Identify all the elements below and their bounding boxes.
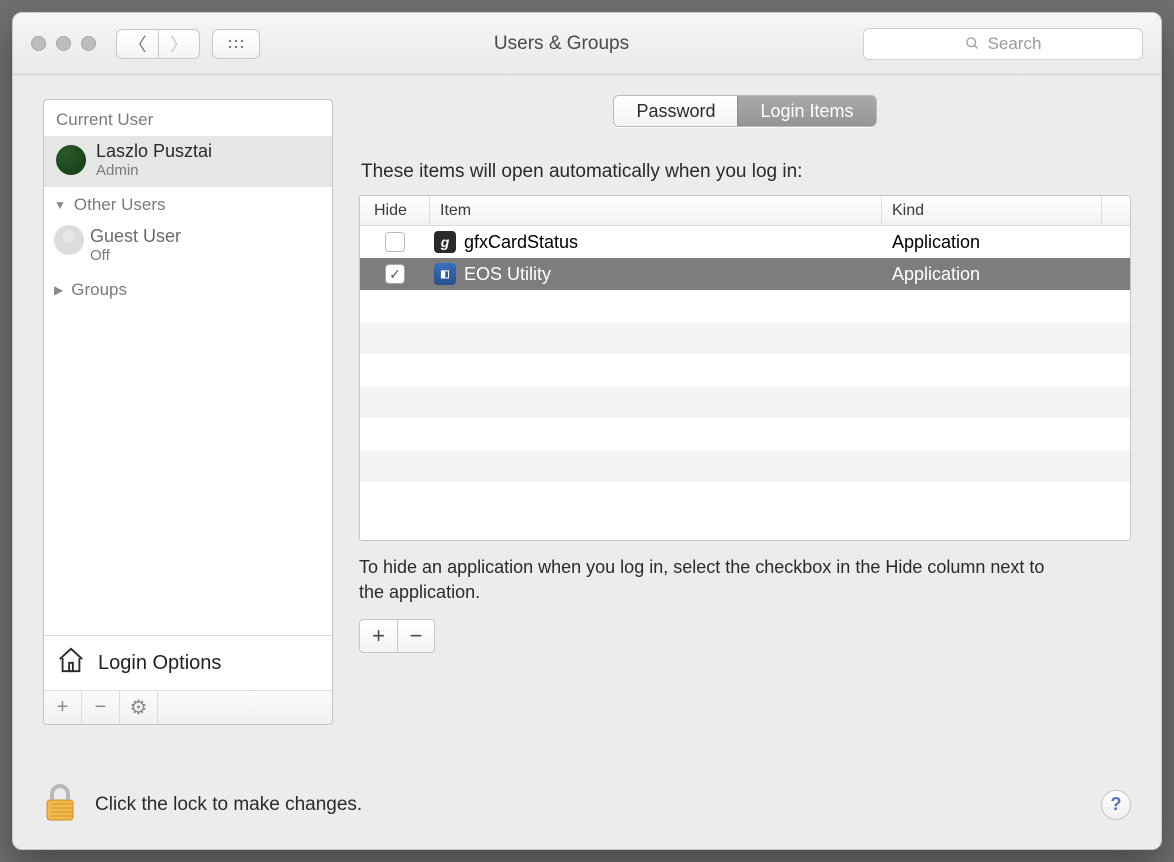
table-row-empty <box>360 482 1130 514</box>
toolbar: 〈 〉 Users & Groups Search <box>13 13 1161 75</box>
current-user-name: Laszlo Pusztai <box>96 142 212 162</box>
remove-user-button[interactable]: − <box>82 691 120 724</box>
table-body: g gfxCardStatus Application ✓ ◧ EOS Util… <box>360 226 1130 540</box>
guest-user-name: Guest User <box>90 227 181 247</box>
forward-button[interactable]: 〉 <box>158 29 200 59</box>
back-button[interactable]: 〈 <box>116 29 158 59</box>
content-area: Current User Laszlo Pusztai Admin ▼ Othe… <box>13 75 1161 849</box>
table-row-empty <box>360 450 1130 482</box>
search-field[interactable]: Search <box>863 28 1143 60</box>
tab-bar: Password Login Items <box>613 95 876 127</box>
login-options-row[interactable]: Login Options <box>44 635 332 690</box>
table-row-empty <box>360 322 1130 354</box>
groups-label: Groups <box>71 280 127 300</box>
column-kind[interactable]: Kind <box>882 196 1102 225</box>
tab-password[interactable]: Password <box>614 96 737 126</box>
window-controls <box>31 36 96 51</box>
lock-icon[interactable] <box>43 782 77 827</box>
app-icon: g <box>434 231 456 253</box>
help-button[interactable]: ? <box>1101 790 1131 820</box>
hide-checkbox[interactable] <box>385 232 405 252</box>
item-kind: Application <box>882 232 1130 253</box>
app-icon: ◧ <box>434 263 456 285</box>
house-icon <box>56 646 86 680</box>
gear-icon: ⚙ <box>130 695 148 720</box>
add-user-button[interactable]: + <box>44 691 82 724</box>
users-sidebar: Current User Laszlo Pusztai Admin ▼ Othe… <box>43 99 333 725</box>
table-header: Hide Item Kind <box>360 196 1130 226</box>
lock-row: Click the lock to make changes. ? <box>43 782 1131 827</box>
hint-text: To hide an application when you log in, … <box>359 555 1059 605</box>
table-row-empty <box>360 290 1130 322</box>
minus-icon: − <box>95 696 107 719</box>
other-users-label: Other Users <box>74 195 166 215</box>
item-kind: Application <box>882 264 1130 285</box>
table-row-empty <box>360 418 1130 450</box>
chevron-right-icon: 〉 <box>170 31 188 57</box>
current-user-row[interactable]: Laszlo Pusztai Admin <box>44 136 332 187</box>
minimize-window-button[interactable] <box>56 36 71 51</box>
guest-user-status: Off <box>90 247 181 264</box>
hide-checkbox[interactable]: ✓ <box>385 264 405 284</box>
disclosure-right-icon: ▶ <box>54 283 63 297</box>
tab-login-items[interactable]: Login Items <box>737 96 875 126</box>
plus-icon: + <box>372 623 385 649</box>
main-pane: Password Login Items These items will op… <box>359 99 1131 725</box>
table-row-empty <box>360 386 1130 418</box>
column-item[interactable]: Item <box>430 196 882 225</box>
table-row[interactable]: ✓ ◧ EOS Utility Application <box>360 258 1130 290</box>
current-user-role: Admin <box>96 162 212 179</box>
guest-user-row[interactable]: Guest User Off <box>44 223 332 272</box>
help-icon: ? <box>1111 794 1122 815</box>
minus-icon: − <box>410 623 423 649</box>
disclosure-down-icon: ▼ <box>54 198 66 212</box>
nav-buttons: 〈 〉 <box>116 29 200 59</box>
avatar <box>56 145 86 175</box>
item-name: EOS Utility <box>464 264 551 285</box>
plus-icon: + <box>57 696 69 719</box>
login-options-label: Login Options <box>98 652 221 675</box>
search-placeholder: Search <box>988 34 1042 54</box>
user-actions-button[interactable]: ⚙ <box>120 691 158 724</box>
window-title: Users & Groups <box>272 33 851 55</box>
column-hide[interactable]: Hide <box>360 196 430 225</box>
show-all-button[interactable] <box>212 29 260 59</box>
close-window-button[interactable] <box>31 36 46 51</box>
zoom-window-button[interactable] <box>81 36 96 51</box>
add-login-item-button[interactable]: + <box>359 619 397 653</box>
table-row[interactable]: g gfxCardStatus Application <box>360 226 1130 258</box>
login-items-table: Hide Item Kind g gfxCardStatus Applic <box>359 195 1131 541</box>
avatar <box>54 225 84 255</box>
login-items-subtitle: These items will open automatically when… <box>361 161 1131 183</box>
grid-icon <box>227 38 245 50</box>
groups-section[interactable]: ▶ Groups <box>44 272 332 308</box>
remove-login-item-button[interactable]: − <box>397 619 435 653</box>
other-users-section[interactable]: ▼ Other Users <box>44 187 332 223</box>
table-row-empty <box>360 354 1130 386</box>
item-name: gfxCardStatus <box>464 232 578 253</box>
preferences-window: 〈 〉 Users & Groups Search Current User <box>12 12 1162 850</box>
chevron-left-icon: 〈 <box>129 31 147 57</box>
search-icon <box>965 36 980 51</box>
current-user-header: Current User <box>44 100 332 136</box>
sidebar-footer: + − ⚙ <box>44 690 332 724</box>
add-remove-buttons: + − <box>359 619 1131 653</box>
lock-text: Click the lock to make changes. <box>95 794 362 816</box>
